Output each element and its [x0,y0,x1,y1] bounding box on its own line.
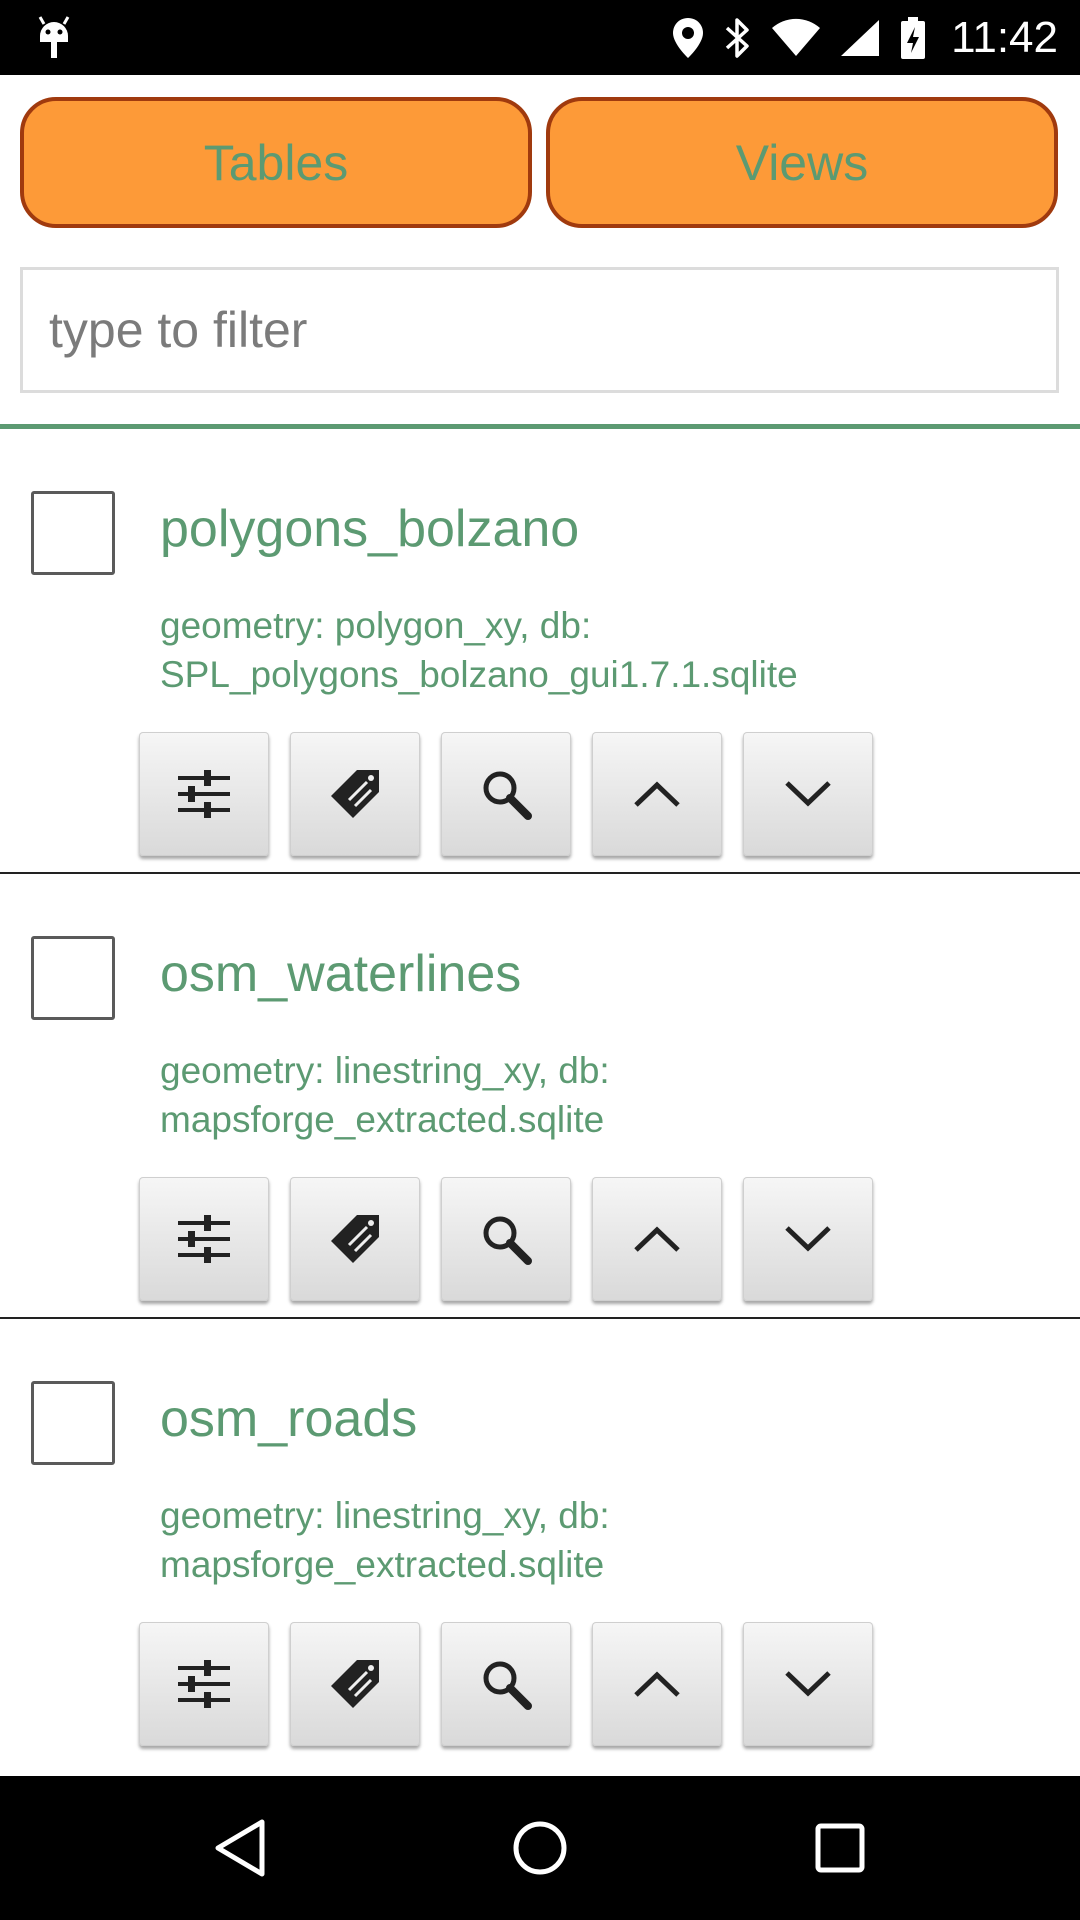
edit-style-button[interactable] [290,1177,420,1301]
chevron-down-icon [785,1226,831,1252]
bluetooth-icon [723,16,753,60]
sliders-icon [178,1660,230,1708]
home-button[interactable] [508,1816,572,1880]
move-down-button[interactable] [743,732,873,856]
android-debug-icon [36,14,72,60]
signal-icon [839,18,881,58]
list-item: polygons_bolzano geometry: polygon_xy, d… [0,429,1080,874]
search-icon [483,1661,532,1710]
move-up-button[interactable] [592,1622,722,1746]
back-button[interactable] [208,1816,272,1880]
move-up-button[interactable] [592,732,722,856]
navigation-bar [0,1776,1080,1920]
item-description: geometry: linestring_xy, db: mapsforge_e… [160,1046,1040,1144]
zoom-to-button[interactable] [441,1622,571,1746]
item-title: osm_roads [160,1390,418,1448]
item-checkbox[interactable] [31,491,115,575]
properties-button[interactable] [139,1177,269,1301]
chevron-down-icon [785,781,831,807]
item-desc-line1: geometry: linestring_xy, db: [160,1050,610,1091]
filter-field[interactable] [20,267,1059,393]
properties-button[interactable] [139,732,269,856]
tag-edit-icon [331,1215,379,1263]
tag-edit-icon [331,1660,379,1708]
edit-style-button[interactable] [290,732,420,856]
chevron-up-icon [634,781,680,807]
item-checkbox[interactable] [31,936,115,1020]
search-icon [483,1216,532,1265]
item-desc-line2: mapsforge_extracted.sqlite [160,1099,605,1140]
layer-list: polygons_bolzano geometry: polygon_xy, d… [0,429,1080,1764]
views-button[interactable]: Views [546,97,1058,228]
item-title: polygons_bolzano [160,500,580,558]
sliders-icon [178,770,230,818]
zoom-to-button[interactable] [441,1177,571,1301]
item-actions [139,1622,873,1746]
battery-charging-icon [899,15,927,61]
back-icon [215,1819,265,1877]
item-description: geometry: polygon_xy, db: SPL_polygons_b… [160,601,1040,699]
sliders-icon [178,1215,230,1263]
edit-style-button[interactable] [290,1622,420,1746]
move-down-button[interactable] [743,1622,873,1746]
filter-input[interactable] [23,270,1056,390]
recents-button[interactable] [808,1816,872,1880]
chevron-up-icon [634,1671,680,1697]
recents-icon [815,1823,865,1873]
status-time: 11:42 [951,12,1058,62]
move-up-button[interactable] [592,1177,722,1301]
item-actions [139,732,873,856]
chevron-down-icon [785,1671,831,1697]
item-checkbox[interactable] [31,1381,115,1465]
item-desc-line2: mapsforge_extracted.sqlite [160,1544,605,1585]
zoom-to-button[interactable] [441,732,571,856]
list-item: osm_roads geometry: linestring_xy, db: m… [0,1319,1080,1764]
tables-button[interactable]: Tables [20,97,532,228]
status-bar: 11:42 [0,0,1080,75]
properties-button[interactable] [139,1622,269,1746]
wifi-icon [771,18,821,58]
item-title: osm_waterlines [160,945,522,1003]
item-desc-line1: geometry: linestring_xy, db: [160,1495,610,1536]
item-description: geometry: linestring_xy, db: mapsforge_e… [160,1491,1040,1589]
list-item: osm_waterlines geometry: linestring_xy, … [0,874,1080,1319]
home-icon [513,1821,567,1875]
location-icon [671,16,705,60]
item-actions [139,1177,873,1301]
move-down-button[interactable] [743,1177,873,1301]
search-icon [483,771,532,820]
item-desc-line2: SPL_polygons_bolzano_gui1.7.1.sqlite [160,654,798,695]
tag-edit-icon [331,770,379,818]
item-desc-line1: geometry: polygon_xy, db: [160,605,592,646]
chevron-up-icon [634,1226,680,1252]
